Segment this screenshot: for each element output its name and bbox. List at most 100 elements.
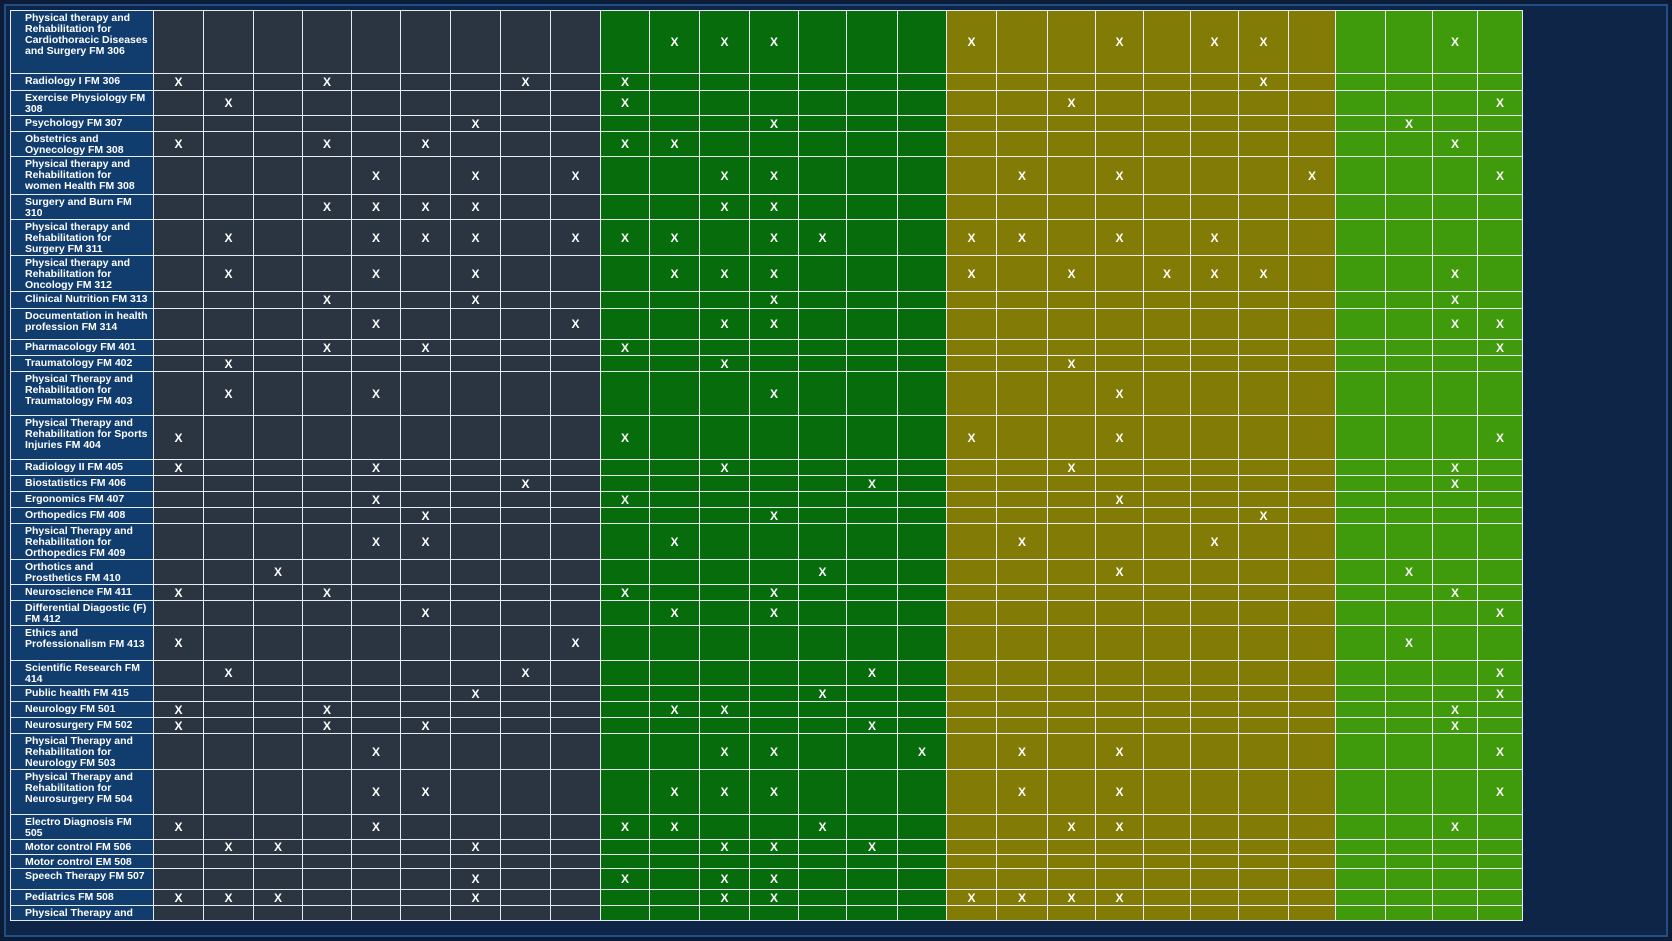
x-mark: X (1404, 116, 1413, 131)
matrix-cell (699, 584, 750, 601)
matrix-cell: X (798, 219, 847, 256)
x-mark: X (1495, 666, 1504, 680)
x-mark: X (1115, 744, 1124, 759)
matrix-cell (749, 854, 799, 869)
matrix-cell (253, 769, 303, 815)
course-name-cell: Traumatology FM 402 (10, 355, 154, 372)
matrix-cell: X (699, 156, 750, 195)
matrix-cell (302, 769, 352, 815)
x-mark: X (1450, 460, 1459, 475)
matrix-cell (253, 660, 303, 686)
matrix-cell (1432, 733, 1478, 770)
matrix-cell (1477, 905, 1523, 921)
matrix-cell: X (1143, 255, 1191, 292)
matrix-cell (1335, 131, 1386, 157)
matrix-cell (1335, 523, 1386, 560)
matrix-cell (1238, 625, 1289, 661)
matrix-cell (897, 90, 947, 116)
matrix-cell: X (749, 889, 799, 906)
x-mark: X (1259, 508, 1268, 523)
x-mark: X (421, 718, 430, 733)
matrix-cell (1143, 90, 1191, 116)
matrix-cell (897, 194, 947, 220)
x-mark: X (620, 75, 629, 89)
matrix-cell (649, 660, 700, 686)
matrix-cell (996, 685, 1048, 702)
matrix-cell (550, 701, 601, 718)
matrix-cell (400, 291, 451, 309)
matrix-cell (1238, 459, 1289, 476)
matrix-cell (203, 291, 254, 309)
x-mark: X (670, 702, 679, 717)
matrix-cell: X (749, 584, 799, 601)
matrix-cell (600, 733, 650, 770)
course-name-cell: Radiology II FM 405 (10, 459, 154, 476)
matrix-cell (1143, 156, 1191, 195)
matrix-cell: X (351, 523, 401, 560)
matrix-row: Public health FM 415 X X X (10, 685, 1523, 702)
matrix-cell (1095, 584, 1144, 601)
matrix-cell (351, 415, 401, 460)
x-mark: X (471, 116, 480, 131)
x-mark: X (818, 686, 827, 701)
x-mark: X (620, 137, 629, 151)
matrix-cell (153, 868, 204, 890)
matrix-cell (1047, 600, 1096, 626)
matrix-cell (400, 868, 451, 890)
matrix-cell (846, 255, 898, 292)
matrix-cell (1432, 156, 1478, 195)
matrix-cell (1288, 889, 1336, 906)
course-name-cell: Orthopedics FM 408 (10, 507, 154, 524)
matrix-cell: X (1095, 219, 1144, 256)
matrix-cell (798, 868, 847, 890)
x-mark: X (1259, 35, 1268, 49)
matrix-cell (1432, 889, 1478, 906)
x-mark: X (769, 386, 778, 401)
matrix-cell (699, 625, 750, 661)
matrix-cell (699, 507, 750, 524)
x-mark: X (174, 75, 183, 89)
x-mark: X (1115, 492, 1124, 507)
matrix-cell (203, 523, 254, 560)
matrix-cell (897, 339, 947, 356)
matrix-cell (1095, 905, 1144, 921)
x-mark: X (1017, 230, 1026, 245)
matrix-cell (153, 308, 204, 340)
matrix-cell (500, 769, 551, 815)
matrix-cell (897, 156, 947, 195)
matrix-cell (798, 839, 847, 855)
matrix-cell: X (450, 839, 501, 855)
matrix-cell (1190, 769, 1239, 815)
matrix-cell (1288, 854, 1336, 869)
matrix-cell (450, 523, 501, 560)
matrix-cell (1335, 625, 1386, 661)
matrix-cell (203, 339, 254, 356)
x-mark: X (224, 266, 233, 281)
matrix-cell (897, 559, 947, 585)
matrix-cell: X (846, 839, 898, 855)
matrix-cell: X (1432, 308, 1478, 340)
matrix-cell (1143, 415, 1191, 460)
matrix-cell: X (649, 219, 700, 256)
x-mark: X (720, 890, 729, 905)
matrix-cell (253, 685, 303, 702)
matrix-row: Neurology FM 501 X X X X X (10, 701, 1523, 718)
matrix-cell: X (1477, 90, 1523, 116)
matrix-cell (1095, 523, 1144, 560)
matrix-cell (1095, 308, 1144, 340)
matrix-cell (798, 115, 847, 132)
matrix-cell: X (500, 475, 551, 492)
matrix-cell: X (600, 90, 650, 116)
matrix-cell (897, 854, 947, 869)
matrix-cell (1432, 339, 1478, 356)
matrix-row: Orthotics and Prosthetics FM 410 X X X X (10, 559, 1523, 585)
matrix-cell (1288, 339, 1336, 356)
matrix-cell: X (153, 701, 204, 718)
matrix-cell (400, 491, 451, 508)
matrix-cell: X (302, 717, 352, 734)
course-outcome-matrix: Physical therapy and Rehabilitation for … (10, 10, 1523, 921)
matrix-cell: X (946, 255, 997, 292)
matrix-cell (450, 371, 501, 416)
matrix-cell (1095, 459, 1144, 476)
matrix-cell (749, 339, 799, 356)
